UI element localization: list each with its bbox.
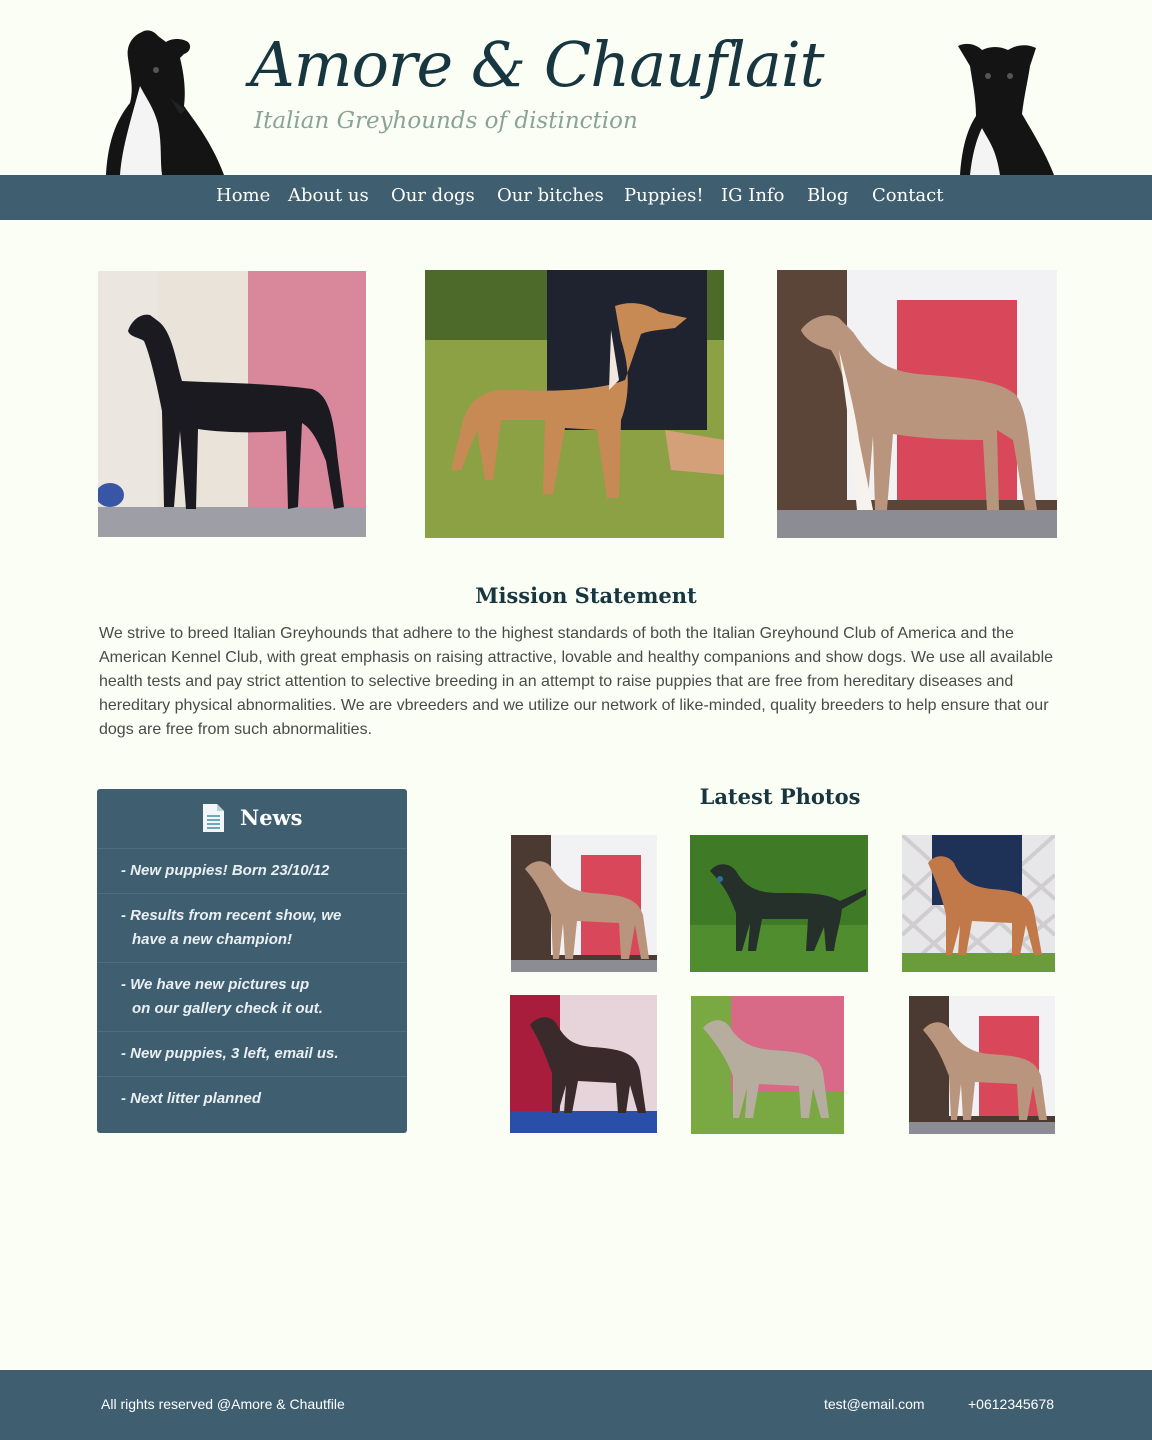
footer-copyright: All rights reserved @Amore & Chautfile (101, 1396, 345, 1412)
news-item-text-cont: have a new champion! (132, 931, 293, 948)
main-nav: Home About us Our dogs Our bitches Puppi… (0, 175, 1152, 220)
document-icon (203, 804, 224, 832)
nav-puppies[interactable]: Puppies! (624, 185, 704, 206)
news-item-text: - Next litter planned (121, 1090, 262, 1107)
nav-about-us[interactable]: About us (288, 185, 369, 206)
nav-home[interactable]: Home (216, 185, 270, 206)
site-footer: All rights reserved @Amore & Chautfile t… (0, 1370, 1152, 1440)
footer-email-link[interactable]: test@email.com (824, 1396, 925, 1412)
gallery-thumb-4[interactable] (510, 995, 657, 1133)
nav-blog[interactable]: Blog (807, 185, 848, 206)
news-item-text-cont: on our gallery check it out. (132, 1000, 323, 1017)
site-title[interactable]: Amore & Chauflait (250, 28, 825, 101)
hero-photo-black-dog (98, 271, 366, 537)
nav-ig-info[interactable]: IG Info (721, 185, 784, 206)
news-title: News (240, 805, 303, 830)
gallery-thumb-6[interactable] (909, 996, 1055, 1134)
news-item-text: - We have new pictures up (121, 976, 310, 993)
site-header: Amore & Chauflait Italian Greyhounds of … (0, 0, 1152, 175)
latest-photos-title: Latest Photos (699, 784, 861, 809)
hero-photo-fawn-dog (425, 270, 724, 538)
news-item[interactable]: - We have new pictures up on our gallery… (97, 963, 407, 1032)
news-item[interactable]: - Results from recent show, we have a ne… (97, 894, 407, 963)
site-tagline: Italian Greyhounds of distinction (254, 108, 638, 134)
gallery-thumb-3[interactable] (902, 835, 1055, 972)
nav-our-bitches[interactable]: Our bitches (497, 185, 604, 206)
news-panel: News - New puppies! Born 23/10/12 - Resu… (97, 789, 407, 1133)
mission-text: We strive to breed Italian Greyhounds th… (99, 625, 1054, 738)
hero-photo-fawn-white-dog (777, 270, 1057, 538)
news-item-text: - New puppies, 3 left, email us. (121, 1045, 339, 1062)
news-item[interactable]: - New puppies, 3 left, email us. (97, 1032, 407, 1077)
mission-title: Mission Statement (475, 583, 697, 608)
news-item-text: - New puppies! Born 23/10/12 (121, 862, 330, 879)
header-dog-photo-left (100, 28, 225, 175)
gallery-thumb-5[interactable] (691, 996, 844, 1134)
news-item[interactable]: - Next litter planned (97, 1077, 407, 1121)
news-header: News (97, 789, 407, 849)
news-item[interactable]: - New puppies! Born 23/10/12 (97, 849, 407, 894)
news-item-text: - Results from recent show, we (121, 907, 342, 924)
footer-phone[interactable]: +0612345678 (968, 1396, 1054, 1412)
gallery-thumb-2[interactable] (690, 835, 868, 972)
header-dog-photo-right (952, 36, 1055, 175)
gallery-thumb-1[interactable] (511, 835, 657, 972)
nav-our-dogs[interactable]: Our dogs (391, 185, 475, 206)
nav-contact[interactable]: Contact (872, 185, 943, 206)
